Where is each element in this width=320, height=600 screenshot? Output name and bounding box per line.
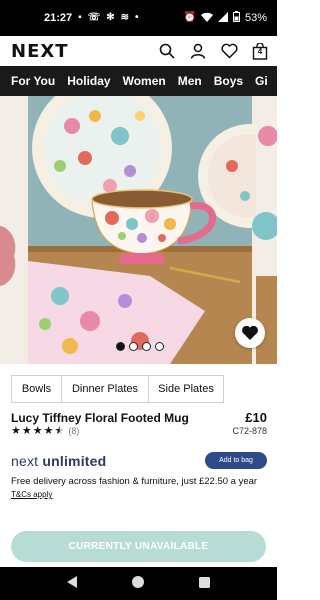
star-rating[interactable]: ★ ★ ★ ★ ★ (8)	[11, 424, 79, 437]
wind-icon: ≋	[120, 12, 129, 23]
carousel-dot[interactable]	[129, 342, 138, 351]
carousel-dots	[116, 342, 164, 351]
star-icon: ★	[32, 425, 43, 437]
account-icon[interactable]	[189, 42, 207, 60]
review-count[interactable]: (8)	[68, 426, 79, 436]
add-to-favourites-button[interactable]	[235, 318, 265, 348]
search-icon[interactable]	[158, 42, 176, 60]
tcs-link[interactable]: T&Cs apply	[11, 490, 52, 499]
star-icon: ★	[11, 425, 21, 437]
nav-item-men[interactable]: Men	[172, 74, 208, 88]
site-header: NEXT 4	[0, 36, 277, 66]
nav-item-for-you[interactable]: For You	[0, 74, 61, 88]
message-icon: ▪	[78, 12, 82, 23]
bag-icon[interactable]: 4	[251, 42, 269, 60]
recents-icon[interactable]	[198, 575, 210, 593]
product-code: C72-878	[232, 425, 267, 436]
phone-icon: ☏	[87, 12, 101, 23]
status-bar: 21:27 ▪ ☏ ✻ ≋ • ⏰ 53%	[0, 0, 277, 36]
carousel-dot[interactable]	[142, 342, 151, 351]
delivery-info: Free delivery across fashion & furniture…	[11, 476, 258, 499]
bag-count: 4	[257, 47, 263, 56]
product-title: Lucy Tiffney Floral Footed Mug	[11, 411, 189, 425]
nav-item-women[interactable]: Women	[117, 74, 172, 88]
product-photo	[0, 96, 277, 364]
product-price: £10	[245, 410, 267, 425]
favourites-icon[interactable]	[220, 42, 238, 60]
wifi-icon	[200, 12, 213, 25]
star-icon: ★	[21, 425, 32, 437]
next-unlimited-banner: next unlimited Add to bag	[11, 452, 267, 469]
nav-item-boys[interactable]: Boys	[208, 74, 249, 88]
carousel-dot[interactable]	[155, 342, 164, 351]
product-image-gallery[interactable]	[0, 96, 277, 364]
category-nav: For You Holiday Women Men Boys Gi	[0, 66, 277, 96]
tab-dinner-plates[interactable]: Dinner Plates	[61, 375, 149, 403]
currently-unavailable-button[interactable]: CURRENTLY UNAVAILABLE	[11, 531, 266, 562]
star-icon: ★	[43, 425, 54, 437]
battery-percent: 53%	[244, 12, 267, 24]
half-star-icon: ★	[54, 425, 65, 437]
back-icon[interactable]	[67, 575, 78, 593]
signal-icon	[217, 11, 228, 25]
home-icon[interactable]	[132, 575, 145, 593]
add-unlimited-to-bag-button[interactable]: Add to bag	[205, 452, 267, 469]
nav-item-girls[interactable]: Gi	[249, 74, 274, 88]
product-title-row: Lucy Tiffney Floral Footed Mug £10	[11, 410, 267, 425]
next-unlimited-logo: next unlimited	[11, 452, 107, 469]
battery-icon	[232, 11, 240, 25]
nav-item-holiday[interactable]: Holiday	[61, 74, 116, 88]
tab-bowls[interactable]: Bowls	[11, 375, 62, 403]
dot-icon: •	[134, 12, 139, 23]
rating-row: ★ ★ ★ ★ ★ (8) C72-878	[11, 424, 267, 437]
related-products-tabs: Bowls Dinner Plates Side Plates	[11, 375, 224, 403]
clock: 21:27	[44, 12, 73, 24]
fan-icon: ✻	[106, 12, 115, 23]
tab-side-plates[interactable]: Side Plates	[148, 375, 224, 403]
next-logo[interactable]: NEXT	[11, 41, 158, 62]
heart-icon	[242, 325, 258, 340]
carousel-dot[interactable]	[116, 342, 125, 351]
alarm-icon: ⏰	[183, 12, 196, 23]
system-navigation-bar	[0, 567, 277, 600]
